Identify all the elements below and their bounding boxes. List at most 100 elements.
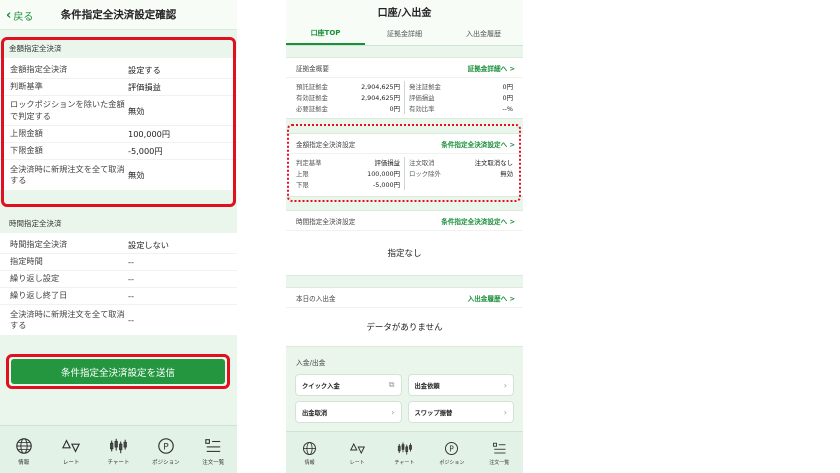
list-icon <box>205 439 221 452</box>
margin-detail-link[interactable]: 証拠金詳細へ > <box>468 63 515 73</box>
row-value: -- <box>128 257 134 267</box>
external-link-icon: ⧉ <box>388 380 395 389</box>
tab-account-top[interactable]: 口座TOP <box>286 22 365 45</box>
tab-margin-detail[interactable]: 証拠金詳細 <box>365 22 444 45</box>
card-header: 時間指定全決済設定 条件指定全決済設定へ > <box>286 211 523 231</box>
table-row: 全決済時に新規注文を全て取消する -- <box>0 305 237 335</box>
chevron-right-icon: › <box>503 407 507 417</box>
kv-key: 必要証拠金 <box>296 105 328 113</box>
kv-row: 預託証拠金 2,904,625円 <box>296 81 400 92</box>
tab-label: ポジション <box>152 460 180 466</box>
tab-label: ポジション <box>439 460 465 466</box>
back-label: 戻る <box>13 11 34 23</box>
quick-deposit-button[interactable]: クイック入金 ⧉ <box>295 374 402 396</box>
chevron-right-icon: › <box>503 380 507 390</box>
table-row: 繰り返し終了日 -- <box>0 288 237 305</box>
kv-row: 有効証拠金 2,904,625円 <box>296 92 400 103</box>
kv-key: 預託証拠金 <box>296 83 328 91</box>
kv-key: 評価損益 <box>409 94 435 102</box>
swap-transfer-button[interactable]: スワップ振替 › <box>407 401 514 423</box>
kv-row: 必要証拠金 0円 <box>296 103 400 114</box>
rate-triangles-icon <box>349 442 365 455</box>
tab-orders[interactable]: 注文一覧 <box>477 441 521 466</box>
tab-label: チャート <box>107 460 130 466</box>
chevron-right-icon: › <box>391 407 395 417</box>
kv-row: 評価損益 0円 <box>409 92 513 103</box>
position-p-icon: P <box>158 438 174 454</box>
row-key: 指定時間 <box>10 256 43 267</box>
tab-orders[interactable]: 注文一覧 <box>191 437 235 466</box>
highlight-frame <box>287 124 521 202</box>
tab-position[interactable]: P ポジション <box>430 441 474 466</box>
candlestick-chart-icon <box>397 442 412 455</box>
kv-key: 有効証拠金 <box>296 94 328 102</box>
back-button[interactable]: ‹ 戻る <box>6 0 33 30</box>
card-heading: 本日の入出金 <box>296 294 336 303</box>
margin-summary-card: 証拠金概要 証拠金詳細へ > 預託証拠金 2,904,625円 有効証拠金 2,90… <box>286 57 523 119</box>
condition-setting-link[interactable]: 条件指定全決済設定へ > <box>441 216 515 226</box>
globe-icon <box>303 442 317 455</box>
card-heading: 時間指定全決済設定 <box>296 217 356 226</box>
button-label: スワップ振替 <box>414 409 453 417</box>
empty-message: データがありません <box>366 323 443 333</box>
button-label: 出金依頼 <box>414 382 440 390</box>
bottom-tab-bar: 情報 レート チャート P ポジション 注文一覧 <box>286 431 523 473</box>
time-setting-card: 時間指定全決済設定 条件指定全決済設定へ > 指定なし <box>286 210 523 276</box>
row-value: 設定しない <box>128 240 169 250</box>
kv-value: 0円 <box>389 105 400 113</box>
tab-label: 注文一覧 <box>202 460 225 466</box>
card-header: 証拠金概要 証拠金詳細へ > <box>286 58 523 78</box>
globe-icon <box>15 438 32 454</box>
account-screen: 口座/入出金 口座TOP 証拠金詳細 入出金履歴 証拠金概要 証拠金詳細へ > … <box>286 0 523 473</box>
row-key: 全決済時に新規注文を全て取消する <box>10 308 125 331</box>
tab-rate[interactable]: レート <box>49 437 93 466</box>
kv-value: 2,904,625円 <box>361 94 400 102</box>
tab-position[interactable]: P ポジション <box>144 437 188 466</box>
tab-rate[interactable]: レート <box>335 441 379 466</box>
kv-row: 有効比率 --% <box>409 103 513 114</box>
row-key: 時間指定全決済 <box>10 239 68 250</box>
table-row: 繰り返し設定 -- <box>0 271 237 288</box>
kv-value: 0円 <box>502 94 513 102</box>
tab-deposit-history[interactable]: 入出金履歴 <box>444 22 523 45</box>
bottom-tab-bar: 情報 レート チャート P ポジション 注文一覧 <box>0 425 237 473</box>
kv-value: 0円 <box>502 83 513 91</box>
highlight-frame <box>1 37 236 207</box>
tab-info[interactable]: 情報 <box>288 441 332 466</box>
button-label: クイック入金 <box>302 382 340 390</box>
kv-key: 発注証拠金 <box>409 83 441 91</box>
kv-value: --% <box>502 104 513 113</box>
submit-button[interactable]: 条件指定全決済設定を送信 <box>11 359 225 384</box>
today-deposit-card: 本日の入出金 入出金履歴へ > データがありません <box>286 287 523 347</box>
section-heading: 入金/出金 <box>296 359 326 367</box>
tab-label: 情報 <box>304 460 315 466</box>
row-value: -- <box>128 315 134 325</box>
confirm-screen: ‹ 戻る 条件指定全決済設定確認 金額指定全決済 金額指定全決済 設定する 判断基… <box>0 0 237 473</box>
segment-tabs: 口座TOP 証拠金詳細 入出金履歴 <box>286 22 523 46</box>
section-heading: 時間指定全決済 <box>9 218 62 228</box>
kv-row: 発注証拠金 0円 <box>409 81 513 92</box>
tab-info[interactable]: 情報 <box>2 437 46 466</box>
rate-triangles-icon <box>62 439 81 453</box>
header: ‹ 戻る 条件指定全決済設定確認 <box>0 0 237 30</box>
kv-value: 2,904,625円 <box>361 83 400 91</box>
deposit-history-link[interactable]: 入出金履歴へ > <box>468 293 515 303</box>
row-value: -- <box>128 291 134 301</box>
card-heading: 証拠金概要 <box>296 64 329 73</box>
deposit-withdraw-section: 入金/出金 クイック入金 ⧉ 出金依頼 › 出金取消 › スワップ振替 › <box>286 355 523 423</box>
list-icon <box>492 442 506 454</box>
chevron-left-icon: ‹ <box>6 7 12 23</box>
svg-text:P: P <box>450 445 455 454</box>
time-section: 時間指定全決済 時間指定全決済 設定しない 指定時間 -- 繰り返し設定 -- 繰り返… <box>0 213 237 335</box>
row-key: 繰り返し終了日 <box>10 290 68 301</box>
card-header: 本日の入出金 入出金履歴へ > <box>286 288 523 308</box>
button-label: 出金取消 <box>302 409 328 417</box>
table-row: 指定時間 -- <box>0 254 237 271</box>
candlestick-chart-icon <box>110 438 128 454</box>
withdraw-request-button[interactable]: 出金依頼 › <box>407 374 514 396</box>
withdraw-cancel-button[interactable]: 出金取消 › <box>295 401 402 423</box>
tab-chart[interactable]: チャート <box>382 441 426 466</box>
tab-label: 注文一覧 <box>489 460 510 466</box>
tab-chart[interactable]: チャート <box>96 437 140 466</box>
page-title: 条件指定全決済設定確認 <box>60 9 177 21</box>
